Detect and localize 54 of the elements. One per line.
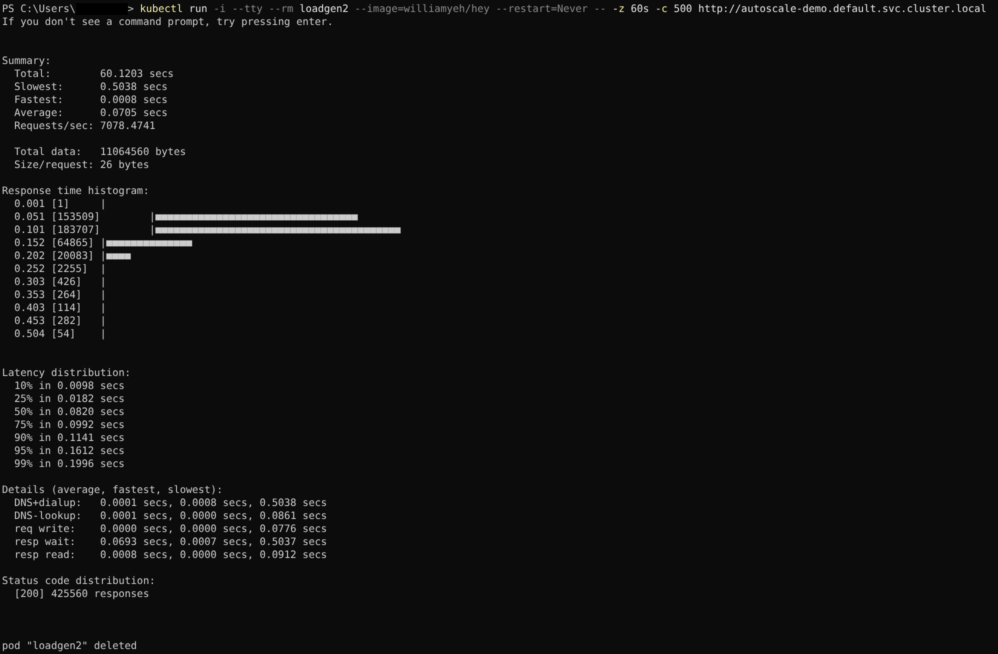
output-line: 10% in 0.0098 secs <box>13 380 126 393</box>
histogram-row-text: 0.001 [1] | <box>13 198 108 211</box>
output-line: pod "loadgen2" deleted <box>2 640 138 653</box>
output-line: resp wait: 0.0693 secs, 0.0007 secs, 0.5037 secs <box>13 536 328 549</box>
histogram-row-text: 0.252 [2255] | <box>13 263 108 276</box>
output-line: Size/request: 26 bytes <box>13 159 150 172</box>
prompt-symbol: > <box>128 4 135 15</box>
command-token: 60s <box>630 4 650 15</box>
output-line: Total data: 11064560 bytes <box>13 146 188 159</box>
command-token: kubectl <box>140 4 183 15</box>
command-token: run <box>188 4 208 15</box>
output-line: Average: 0.0705 secs <box>13 107 169 120</box>
output-line: 25% in 0.0182 secs <box>13 393 126 406</box>
output-line: If you don't see a command prompt, try pressing enter. <box>2 16 334 29</box>
output-line: DNS+dialup: 0.0001 secs, 0.0008 secs, 0.5038 secs <box>13 497 328 510</box>
output-line: Summary: <box>2 55 52 68</box>
prompt-text: PS C:\Users\ <box>2 4 76 15</box>
output-line: 95% in 0.1612 secs <box>13 445 126 458</box>
command-token: -z <box>612 4 625 15</box>
command-token: --restart=Never <box>496 4 588 15</box>
output-line: Status code distribution: <box>2 575 156 588</box>
histogram-row-text: 0.303 [426] | <box>13 276 108 289</box>
output-line: 75% in 0.0992 secs <box>13 419 126 432</box>
histogram-row-text: 0.051 [153509] |■■■■■■■■■■■■■■■■■■■■■■■■■■■■■■■■■ <box>13 211 359 224</box>
histogram-row-text: 0.202 [20083] |■■■■ <box>13 250 132 263</box>
histogram-row-text: 0.101 [183707] |■■■■■■■■■■■■■■■■■■■■■■■■■■■■■■■■■■■■■■■■ <box>13 224 402 237</box>
output-line: 50% in 0.0820 secs <box>13 406 126 419</box>
command-token: --tty <box>232 4 263 15</box>
output-line: Total: 60.1203 secs <box>13 68 175 81</box>
output-line: [200] 425560 responses <box>13 588 150 601</box>
histogram-row-text: 0.152 [64865] |■■■■■■■■■■■■■■ <box>13 237 194 250</box>
output-line: req write: 0.0000 secs, 0.0000 secs, 0.0776 secs <box>13 523 328 536</box>
output-line: Fastest: 0.0008 secs <box>13 94 169 107</box>
histogram-row-text: 0.353 [264] | <box>13 289 108 302</box>
command-token: http://autoscale-demo.default.svc.cluster.local <box>698 4 987 15</box>
output-line: Latency distribution: <box>2 367 132 380</box>
command-token: -- <box>594 4 606 15</box>
command-token: loadgen2 <box>299 4 349 15</box>
output-line: 99% in 0.1996 secs <box>13 458 126 471</box>
histogram-row-text: 0.403 [114] | <box>13 302 108 315</box>
command-token: 500 <box>674 4 692 15</box>
output-line: Slowest: 0.5038 secs <box>13 81 169 94</box>
output-line: DNS-lookup: 0.0001 secs, 0.0000 secs, 0.0861 secs <box>13 510 328 523</box>
histogram-title: Response time histogram: <box>2 185 150 198</box>
command-token: -c <box>655 4 668 15</box>
histogram-row-text: 0.453 [282] | <box>13 315 108 328</box>
output-line: Requests/sec: 7078.4741 <box>13 120 156 133</box>
command-token: -i <box>214 4 226 15</box>
output-line: 90% in 0.1141 secs <box>13 432 126 445</box>
output-line: resp read: 0.0008 secs, 0.0000 secs, 0.0912 secs <box>13 549 328 562</box>
command-token: --rm <box>268 4 294 15</box>
command-token: --image=williamyeh/hey <box>354 4 490 15</box>
histogram-row-text: 0.504 [54] | <box>13 328 108 341</box>
output-line: Details (average, fastest, slowest): <box>2 484 224 497</box>
